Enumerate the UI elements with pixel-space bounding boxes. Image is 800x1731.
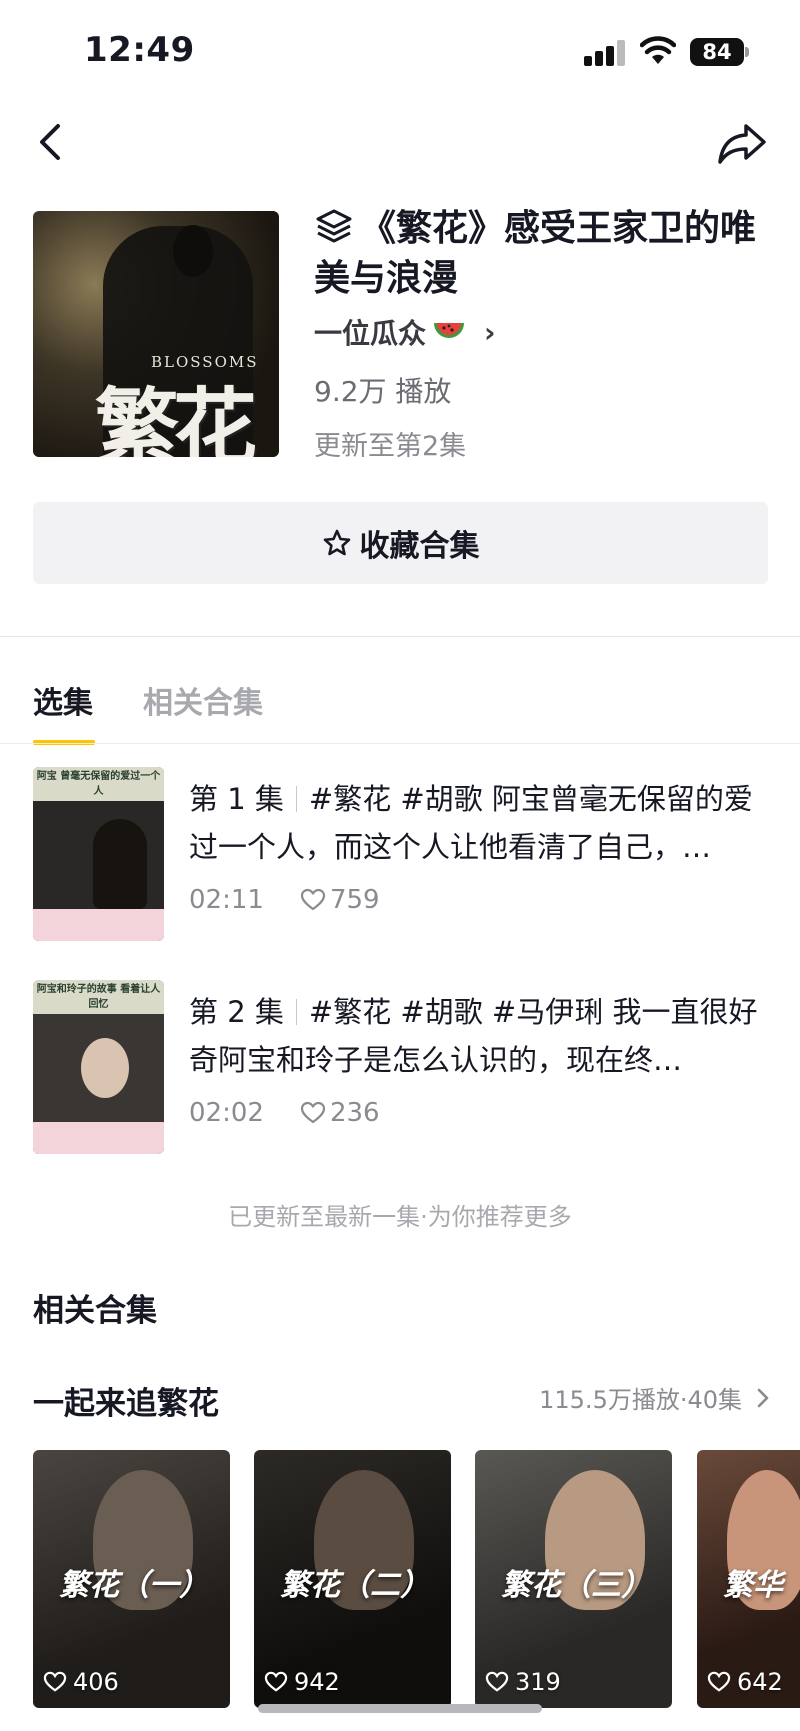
end-of-list-note: 已更新至最新一集·为你推荐更多 (228, 1203, 572, 1231)
tab-episodes[interactable]: 选集 (33, 678, 95, 745)
thumbnail-caption: 阿宝和玲子的故事 看着让人回忆 (33, 980, 164, 1014)
play-count: 9.2万 播放 (314, 375, 452, 408)
status-bar: 12:49 84 (0, 0, 800, 100)
tab-related-label: 相关合集 (143, 686, 263, 721)
chevron-right-icon (757, 1388, 769, 1407)
card-likes: 319 (485, 1668, 561, 1696)
episode-thumbnail: 阿宝和玲子的故事 看着让人回忆 (33, 980, 164, 1154)
battery-icon: 84 (690, 38, 744, 66)
episode-likes: 236 (329, 1098, 380, 1128)
card-title: 繁华 (723, 1568, 783, 1603)
separator (295, 999, 297, 1025)
related-series-meta[interactable]: 115.5万播放·40集 (539, 1380, 770, 1415)
back-icon[interactable] (32, 118, 68, 166)
card-title: 繁花（一） (59, 1568, 209, 1603)
author-link[interactable]: 一位瓜众 › (314, 312, 496, 352)
episode-meta: 02:02 236 (189, 1098, 380, 1128)
card-like-count: 642 (737, 1668, 783, 1696)
card-likes: 406 (43, 1668, 119, 1696)
tabs-divider (0, 743, 800, 744)
share-icon[interactable] (716, 118, 768, 166)
collection-cover[interactable]: BLOSSOMS 繁花 (33, 211, 279, 457)
wifi-icon (640, 36, 676, 64)
episode-likes: 759 (329, 885, 380, 915)
separator (295, 786, 297, 812)
thumbnail-caption: 阿宝 曾毫无保留的爱过一个人 (33, 767, 164, 801)
chevron-right-icon: › (484, 315, 496, 349)
heart-icon (300, 888, 326, 911)
star-icon (323, 529, 350, 556)
thumbnail-footer (33, 909, 164, 941)
home-indicator[interactable] (258, 1704, 542, 1713)
card-like-count: 406 (73, 1668, 119, 1696)
episode-duration: 02:02 (189, 1098, 264, 1128)
card-like-count: 942 (294, 1668, 340, 1696)
episode-number: 第 2 集 (189, 995, 284, 1029)
collect-label: 收藏合集 (359, 529, 480, 564)
cellular-signal-icon (584, 40, 626, 66)
section-divider (0, 636, 800, 637)
episode-duration: 02:11 (189, 885, 264, 915)
episode-item[interactable]: 阿宝和玲子的故事 看着让人回忆 第 2 集 #繁花 #胡歌 #马伊琍 我一直很好奇… (33, 980, 773, 1156)
cover-figure-head (173, 225, 213, 277)
episode-description: 第 2 集 #繁花 #胡歌 #马伊琍 我一直很好奇阿宝和玲子是怎么认识的，现在终… (189, 988, 779, 1084)
card-like-count: 319 (515, 1668, 561, 1696)
update-status: 更新至第2集 (314, 431, 467, 462)
related-video-card[interactable]: 繁花（三） 319 (475, 1450, 672, 1708)
episode-thumbnail: 阿宝 曾毫无保留的爱过一个人 (33, 767, 164, 941)
thumbnail-figure (93, 819, 147, 909)
status-time: 12:49 (84, 30, 195, 70)
card-title: 繁花（三） (501, 1568, 651, 1603)
related-video-card[interactable]: 繁华 642 (697, 1450, 800, 1708)
heart-icon (43, 1671, 67, 1692)
heart-icon (264, 1671, 288, 1692)
collection-layers-icon (316, 209, 352, 243)
collection-title: 《繁花》感受王家卫的唯美与浪漫 (314, 208, 757, 299)
author-name: 一位瓜众 (314, 317, 427, 350)
related-section-heading: 相关合集 (33, 1293, 157, 1329)
watermelon-icon (434, 323, 465, 338)
card-likes: 942 (264, 1668, 340, 1696)
cover-title: 繁花 (95, 378, 257, 457)
episode-number: 第 1 集 (189, 782, 284, 816)
tab-episodes-label: 选集 (33, 686, 93, 721)
collect-collection-button[interactable]: 收藏合集 (33, 502, 768, 584)
battery-tip (745, 47, 749, 57)
related-series-title[interactable]: 一起来追繁花 (33, 1378, 219, 1423)
heart-icon (707, 1671, 731, 1692)
tab-related-collections[interactable]: 相关合集 (143, 678, 263, 738)
episode-item[interactable]: 阿宝 曾毫无保留的爱过一个人 第 1 集 #繁花 #胡歌 阿宝曾毫无保留的爱过一个… (33, 767, 773, 943)
thumbnail-figure (81, 1038, 129, 1098)
collection-title-block: 《繁花》感受王家卫的唯美与浪漫 (314, 204, 774, 304)
heart-icon (300, 1101, 326, 1124)
series-stats: 115.5万播放·40集 (539, 1386, 742, 1414)
heart-icon (485, 1671, 509, 1692)
card-title: 繁花（二） (280, 1568, 430, 1603)
related-video-card[interactable]: 繁花（二） 942 (254, 1450, 451, 1708)
tab-bar: 选集 相关合集 (33, 678, 313, 745)
episode-meta: 02:11 759 (189, 885, 380, 915)
episode-description: 第 1 集 #繁花 #胡歌 阿宝曾毫无保留的爱过一个人，而这个人让他看清了自己，… (189, 775, 779, 871)
card-likes: 642 (707, 1668, 783, 1696)
thumbnail-footer (33, 1122, 164, 1154)
related-video-card[interactable]: 繁花（一） 406 (33, 1450, 230, 1708)
